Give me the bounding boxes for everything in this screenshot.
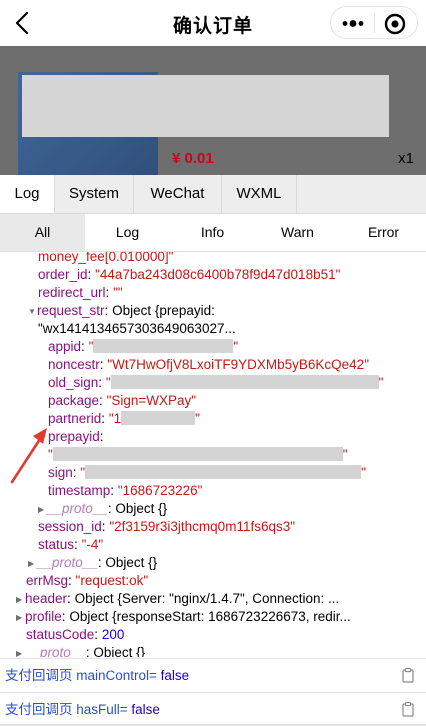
- tab-wechat[interactable]: WeChat: [134, 175, 222, 213]
- subtab-log[interactable]: Log: [85, 214, 170, 251]
- tab-log[interactable]: Log: [0, 175, 55, 213]
- tab-system[interactable]: System: [55, 175, 134, 213]
- log-line: order_id: "44a7ba243d08c6400b78f9d47d018…: [38, 267, 341, 282]
- log-line: noncestr: "Wt7HwOfjV8LxoiTF9YDXMb5yB6KcQ…: [48, 357, 369, 372]
- redacted-product-title: [22, 75, 389, 137]
- collapsed-triangle-icon[interactable]: ▶: [28, 555, 37, 573]
- log-line: money_fee[0.010000]": [38, 252, 174, 264]
- log-line-expandable[interactable]: ▶ __proto__: Object {}: [38, 500, 167, 519]
- subtab-all[interactable]: All: [0, 214, 85, 251]
- more-icon[interactable]: [340, 14, 366, 33]
- close-target-icon[interactable]: [383, 12, 407, 36]
- subtab-warn[interactable]: Warn: [255, 214, 340, 251]
- collapsed-triangle-icon[interactable]: ▶: [38, 501, 47, 519]
- log-line: statusCode: 200: [26, 627, 125, 642]
- log-line-expandable[interactable]: ▶ __proto__: Object {}: [16, 644, 145, 657]
- log-panel[interactable]: money_fee[0.010000]" order_id: "44a7ba24…: [0, 252, 426, 657]
- tab-wxml[interactable]: WXML: [222, 175, 297, 213]
- redacted-value: [52, 447, 343, 461]
- console-log-row: 支付回调页 mainControl= false: [0, 658, 426, 692]
- log-line-expandable[interactable]: ▶ profile: Object {responseStart: 1686723…: [16, 608, 351, 627]
- log-line: prepayid:: [48, 429, 104, 444]
- log-line: partnerid: "1 ": [48, 411, 200, 426]
- log-line: timestamp: "1686723226": [48, 483, 203, 498]
- log-line: old_sign: " ": [48, 375, 384, 390]
- vconsole-tabs: Log System WeChat WXML: [0, 175, 426, 214]
- subtab-info[interactable]: Info: [170, 214, 255, 251]
- subtab-error[interactable]: Error: [341, 214, 426, 251]
- log-line-expandable[interactable]: ▼request_str: Object {prepayid:: [28, 302, 215, 321]
- product-price: ¥ 0.01: [172, 150, 214, 167]
- log-level-tabs: All Log Info Warn Error: [0, 214, 426, 252]
- product-card: ¥ 0.01 x1: [0, 46, 426, 175]
- redacted-value: [93, 339, 234, 353]
- mini-program-capsule: [330, 6, 418, 39]
- product-quantity: x1: [398, 150, 414, 167]
- redacted-value: [121, 411, 196, 425]
- log-line: package: "Sign=WXPay": [48, 393, 197, 408]
- expanded-triangle-icon[interactable]: ▼: [28, 303, 37, 321]
- log-line: sign: " ": [48, 465, 366, 480]
- redacted-value: [110, 375, 379, 389]
- copy-icon[interactable]: [402, 668, 414, 683]
- capsule-divider: [374, 14, 375, 33]
- collapsed-triangle-icon[interactable]: ▶: [16, 591, 25, 609]
- copy-icon[interactable]: [402, 702, 414, 717]
- collapsed-triangle-icon[interactable]: ▶: [16, 645, 25, 657]
- log-line: status: "-4": [38, 537, 104, 552]
- log-line: " ": [48, 447, 348, 462]
- navigation-bar: 确认订单: [0, 0, 426, 46]
- log-line: errMsg: "request:ok": [26, 573, 149, 588]
- console-log-row: 支付回调页 hasFull= false: [0, 692, 426, 726]
- log-line: session_id: "2f3159r3i3jthcmq0m11fs6qs3": [38, 519, 296, 534]
- collapsed-triangle-icon[interactable]: ▶: [16, 609, 25, 627]
- log-line: "wx141413465730364906302​7...: [38, 321, 236, 336]
- redacted-value: [85, 465, 362, 479]
- log-line: redirect_url: "": [38, 285, 123, 300]
- log-line: appid: " ": [48, 339, 239, 354]
- log-line-expandable[interactable]: ▶ __proto__: Object {}: [28, 554, 157, 573]
- log-line-expandable[interactable]: ▶ header: Object {Server: "nginx/1.4.7", …: [16, 590, 339, 609]
